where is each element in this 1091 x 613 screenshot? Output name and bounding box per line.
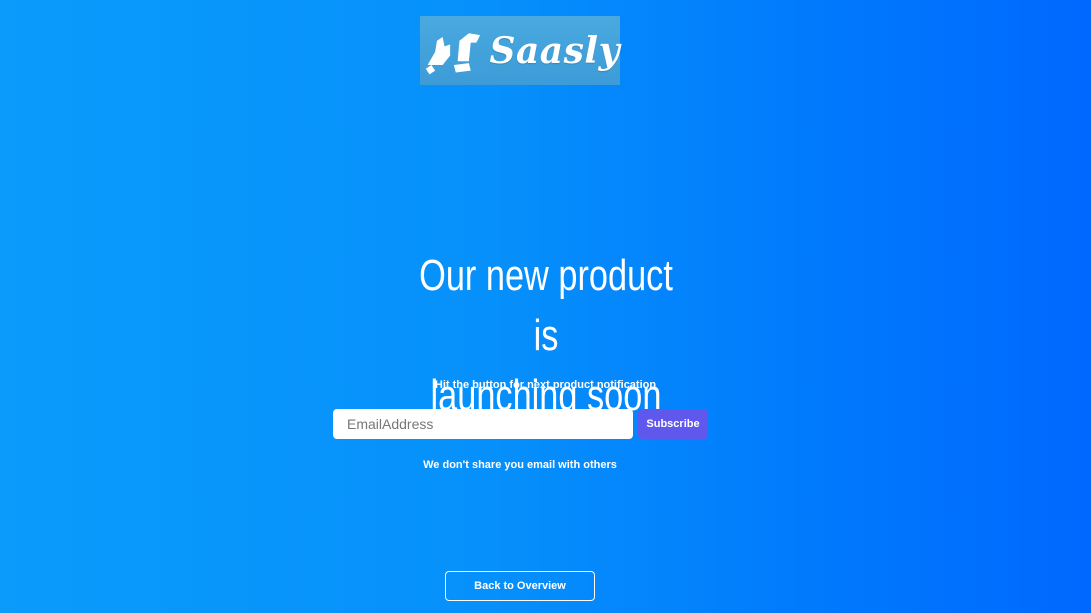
page-title: Our new product is launching soon [405, 246, 686, 426]
subscribe-form: Subscribe [333, 409, 708, 439]
hands-logo-icon [425, 32, 481, 74]
subscribe-button[interactable]: Subscribe [638, 409, 708, 439]
hero-section: Our new product is launching soon [0, 246, 1091, 426]
brand-logo[interactable]: Saasly [420, 16, 620, 85]
hero-subtext: Hit the button for next product notifica… [434, 379, 657, 391]
logo-wordmark: Saasly [489, 29, 620, 72]
headline-line-1: Our new product is [418, 251, 673, 360]
email-field[interactable] [333, 409, 633, 439]
back-to-overview-button[interactable]: Back to Overview [445, 571, 595, 601]
privacy-note: We don't share you email with others [423, 459, 617, 471]
